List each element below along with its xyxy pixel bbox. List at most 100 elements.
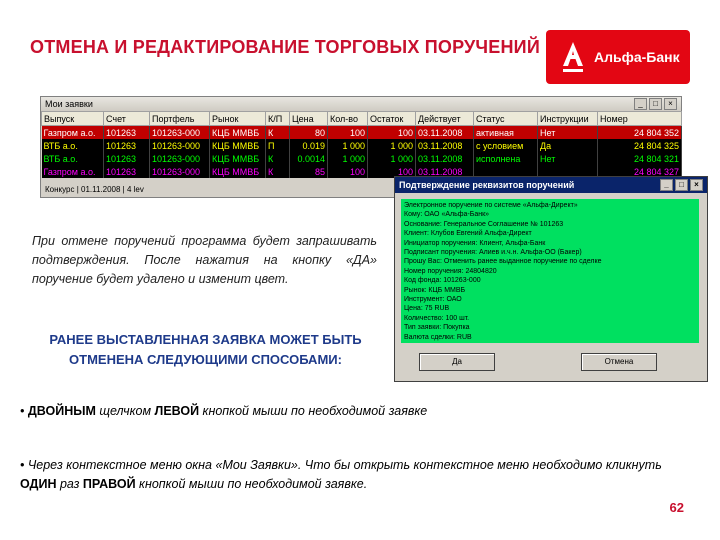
minimize-button[interactable]: _ bbox=[634, 98, 647, 110]
column-header[interactable]: Инструкции bbox=[537, 111, 598, 126]
cell: КЦБ ММВБ bbox=[209, 125, 266, 139]
table-row[interactable]: Газпром а.о. 101263 101263-000 КЦБ ММВБ … bbox=[41, 125, 682, 139]
dialog-title: Подтверждение реквизитов поручений bbox=[399, 180, 575, 190]
section-heading: РАНЕЕ ВЫСТАВЛЕННАЯ ЗАЯВКА МОЖЕТ БЫТЬ ОТМ… bbox=[49, 332, 362, 367]
orders-window-titlebar[interactable]: Мои заявки _ □ × bbox=[41, 97, 681, 111]
orders-table: Выпуск Счет Портфель Рынок К/П Цена Кол-… bbox=[41, 111, 682, 178]
bold-text: ОДИН bbox=[20, 477, 57, 491]
bullet-item: • ДВОЙНЫМ щелчком ЛЕВОЙ кнопкой мыши по … bbox=[20, 402, 700, 421]
cell: 101263 bbox=[103, 152, 150, 165]
alfa-a-icon bbox=[563, 42, 583, 72]
cell: 03.11.2008 bbox=[415, 139, 474, 152]
cell: 100 bbox=[367, 125, 416, 139]
cancel-button[interactable]: Отмена bbox=[581, 353, 657, 371]
dialog-minimize-button[interactable]: _ bbox=[660, 179, 673, 191]
column-header[interactable]: Действует bbox=[415, 111, 474, 126]
cell: 03.11.2008 bbox=[415, 152, 474, 165]
column-header[interactable]: Выпуск bbox=[41, 111, 104, 126]
dialog-details: Электронное поручение по системе «Альфа-… bbox=[401, 199, 699, 343]
cell: Нет bbox=[537, 152, 598, 165]
cell: активная bbox=[473, 125, 538, 139]
detail-line: Количество: 100 шт. bbox=[404, 314, 470, 322]
cell: 100 bbox=[327, 165, 368, 178]
cell: 101263-000 bbox=[149, 139, 210, 152]
detail-line: Прошу Вас: Отменить ранее выданное поруч… bbox=[404, 258, 602, 266]
cell: 101263-000 bbox=[149, 165, 210, 178]
bold-text: ДВОЙНЫМ bbox=[27, 404, 96, 418]
cell: П bbox=[265, 139, 290, 152]
logo-text: Альфа-Банк bbox=[594, 49, 680, 65]
bold-text: ПРАВОЙ bbox=[82, 477, 136, 491]
cell: 24 804 325 bbox=[597, 139, 682, 152]
table-row[interactable]: ВТБ а.о. 101263 101263-000 КЦБ ММВБ К 0.… bbox=[41, 152, 682, 165]
cell: Нет bbox=[537, 125, 598, 139]
bold-text: ЛЕВОЙ bbox=[154, 404, 200, 418]
cell: 85 bbox=[289, 165, 328, 178]
status-bar: Конкурс | 01.11.2008 | 4 lev bbox=[45, 185, 144, 194]
maximize-button[interactable]: □ bbox=[649, 98, 662, 110]
detail-line: Кому: ОАО «Альфа-Банк» bbox=[404, 211, 490, 219]
bullet-text: кнопкой мыши по необходимой заявке. bbox=[135, 477, 368, 491]
detail-line: Код фонда: 101263-000 bbox=[404, 277, 481, 285]
cell: 100 bbox=[327, 125, 368, 139]
bullet-text: щелчком bbox=[95, 404, 155, 418]
detail-line: Тип заявки: Покупка bbox=[404, 324, 470, 332]
bullet-text: кнопкой мыши по необходимой заявке bbox=[199, 404, 428, 418]
column-header[interactable]: Кол-во bbox=[327, 111, 368, 126]
detail-line: Подписант поручения: Алиев и.ч.н. Альфа-… bbox=[404, 249, 582, 257]
cell: КЦБ ММВБ bbox=[209, 139, 266, 152]
detail-line: Рынок: КЦБ ММВБ bbox=[404, 286, 466, 294]
bullet-item: • Через контекстное меню окна «Мои Заявк… bbox=[20, 456, 700, 494]
detail-line: Валюта сделки: RUB bbox=[404, 333, 472, 341]
detail-line: Электронное поручение по системе «Альфа-… bbox=[404, 202, 578, 209]
dialog-titlebar[interactable]: Подтверждение реквизитов поручений _ □ × bbox=[395, 177, 707, 193]
cell: Да bbox=[537, 139, 598, 152]
column-header[interactable]: Портфель bbox=[149, 111, 210, 126]
column-header[interactable]: Счет bbox=[103, 111, 150, 126]
column-header[interactable]: Номер bbox=[597, 111, 682, 126]
column-header[interactable]: К/П bbox=[265, 111, 290, 126]
instruction-paragraph: При отмене поручений программа будет зап… bbox=[32, 234, 377, 286]
detail-line: Инициатор поручения: Клиент, Альфа-Банк bbox=[404, 239, 546, 247]
cell: 0.019 bbox=[289, 139, 328, 152]
column-header[interactable]: Рынок bbox=[209, 111, 266, 126]
cell: 101263 bbox=[103, 125, 150, 139]
detail-line: Инструмент: ОАО bbox=[404, 296, 462, 304]
alfa-bank-logo: Альфа-Банк bbox=[546, 30, 690, 84]
cell: 24 804 321 bbox=[597, 152, 682, 165]
dialog-maximize-button[interactable]: □ bbox=[675, 179, 688, 191]
cell: 101263-000 bbox=[149, 152, 210, 165]
bullet-text: раз bbox=[56, 477, 83, 491]
detail-line: Основание: Генеральное Соглашение № 1012… bbox=[404, 220, 564, 228]
dialog-close-button[interactable]: × bbox=[690, 179, 703, 191]
column-header[interactable]: Остаток bbox=[367, 111, 416, 126]
cell: ВТБ а.о. bbox=[41, 139, 104, 152]
cell: 101263 bbox=[103, 165, 150, 178]
page-number: 62 bbox=[669, 500, 684, 515]
confirm-dialog: Подтверждение реквизитов поручений _ □ ×… bbox=[394, 176, 708, 382]
cell: ВТБ а.о. bbox=[41, 152, 104, 165]
cell: 1 000 bbox=[327, 139, 368, 152]
cell: 0.0014 bbox=[289, 152, 328, 165]
cell: 101263-000 bbox=[149, 125, 210, 139]
detail-line: Номер поручения: 24804820 bbox=[404, 267, 497, 275]
column-header[interactable]: Статус bbox=[473, 111, 538, 126]
cell: 101263 bbox=[103, 139, 150, 152]
close-button[interactable]: × bbox=[664, 98, 677, 110]
column-header[interactable]: Цена bbox=[289, 111, 328, 126]
table-header-row: Выпуск Счет Портфель Рынок К/П Цена Кол-… bbox=[41, 111, 682, 126]
page-title: ОТМЕНА И РЕДАКТИРОВАНИЕ ТОРГОВЫХ ПОРУЧЕН… bbox=[30, 37, 540, 57]
cell: 03.11.2008 bbox=[415, 125, 474, 139]
cell: с условием bbox=[473, 139, 538, 152]
cell: 1 000 bbox=[367, 152, 416, 165]
yes-button[interactable]: Да bbox=[419, 353, 495, 371]
cell: КЦБ ММВБ bbox=[209, 152, 266, 165]
cell: К bbox=[265, 152, 290, 165]
table-row[interactable]: ВТБ а.о. 101263 101263-000 КЦБ ММВБ П 0.… bbox=[41, 139, 682, 152]
cell: 1 000 bbox=[327, 152, 368, 165]
bullet-text: Через контекстное меню окна «Мои Заявки»… bbox=[24, 458, 662, 472]
cell: Газпром а.о. bbox=[41, 125, 104, 139]
bullet-marker: • bbox=[20, 404, 25, 418]
orders-window-title: Мои заявки bbox=[45, 99, 93, 109]
cell: исполнена bbox=[473, 152, 538, 165]
